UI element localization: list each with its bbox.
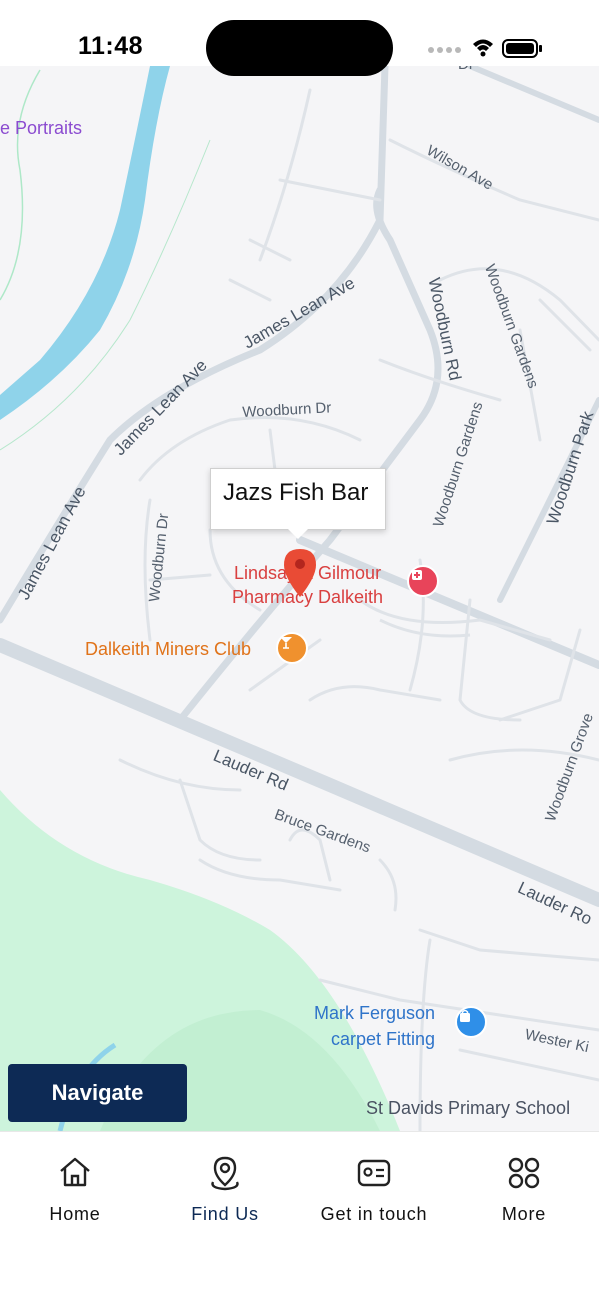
home-icon: [60, 1157, 90, 1187]
dynamic-island: [206, 20, 393, 76]
map-view[interactable]: Wilson Ave Dr James Lean Ave James Lean …: [0, 66, 599, 1131]
status-time: 11:48: [78, 32, 144, 60]
poi-school[interactable]: St Davids Primary School: [366, 1098, 570, 1119]
tab-home-label: Home: [49, 1204, 101, 1224]
status-bar: 11:48: [0, 0, 599, 76]
marker-callout[interactable]: Jazs Fish Bar: [210, 468, 386, 530]
callout-tail: [288, 529, 308, 539]
location-pin-icon: [211, 1156, 239, 1191]
callout-title: Jazs Fish Bar: [223, 479, 369, 506]
poi-carpet-line1: Mark Ferguson: [314, 1003, 436, 1023]
status-icons: [427, 36, 547, 65]
poi-miners-club[interactable]: Dalkeith Miners Club: [85, 639, 251, 660]
road-label-top-dr: Dr: [458, 66, 474, 73]
contact-card-icon: [357, 1159, 391, 1187]
wifi-icon: [473, 39, 493, 57]
shopping-bag-icon[interactable]: [455, 1006, 487, 1038]
poi-carpet-fitting[interactable]: Mark Ferguson carpet Fitting: [314, 1000, 435, 1052]
tab-bar: Home Find Us Get in touch More: [0, 1131, 599, 1301]
battery-icon: [502, 39, 542, 58]
navigate-button[interactable]: Navigate: [8, 1064, 187, 1122]
cocktail-icon[interactable]: [276, 632, 308, 664]
grid-icon: [508, 1157, 540, 1189]
tab-find-us[interactable]: Find Us: [150, 1132, 300, 1242]
pharmacy-icon[interactable]: [407, 565, 439, 597]
tab-more-label: More: [501, 1204, 547, 1224]
tab-more[interactable]: More: [449, 1132, 599, 1242]
tab-find-us-label: Find Us: [191, 1204, 259, 1224]
poi-carpet-line2: carpet Fitting: [331, 1029, 436, 1049]
cellular-signal-icon: [428, 47, 461, 53]
tab-get-in-touch[interactable]: Get in touch: [299, 1132, 449, 1242]
tab-home[interactable]: Home: [0, 1132, 150, 1242]
poi-portraits[interactable]: e Portraits: [0, 118, 82, 139]
tab-get-in-touch-label: Get in touch: [320, 1204, 428, 1224]
